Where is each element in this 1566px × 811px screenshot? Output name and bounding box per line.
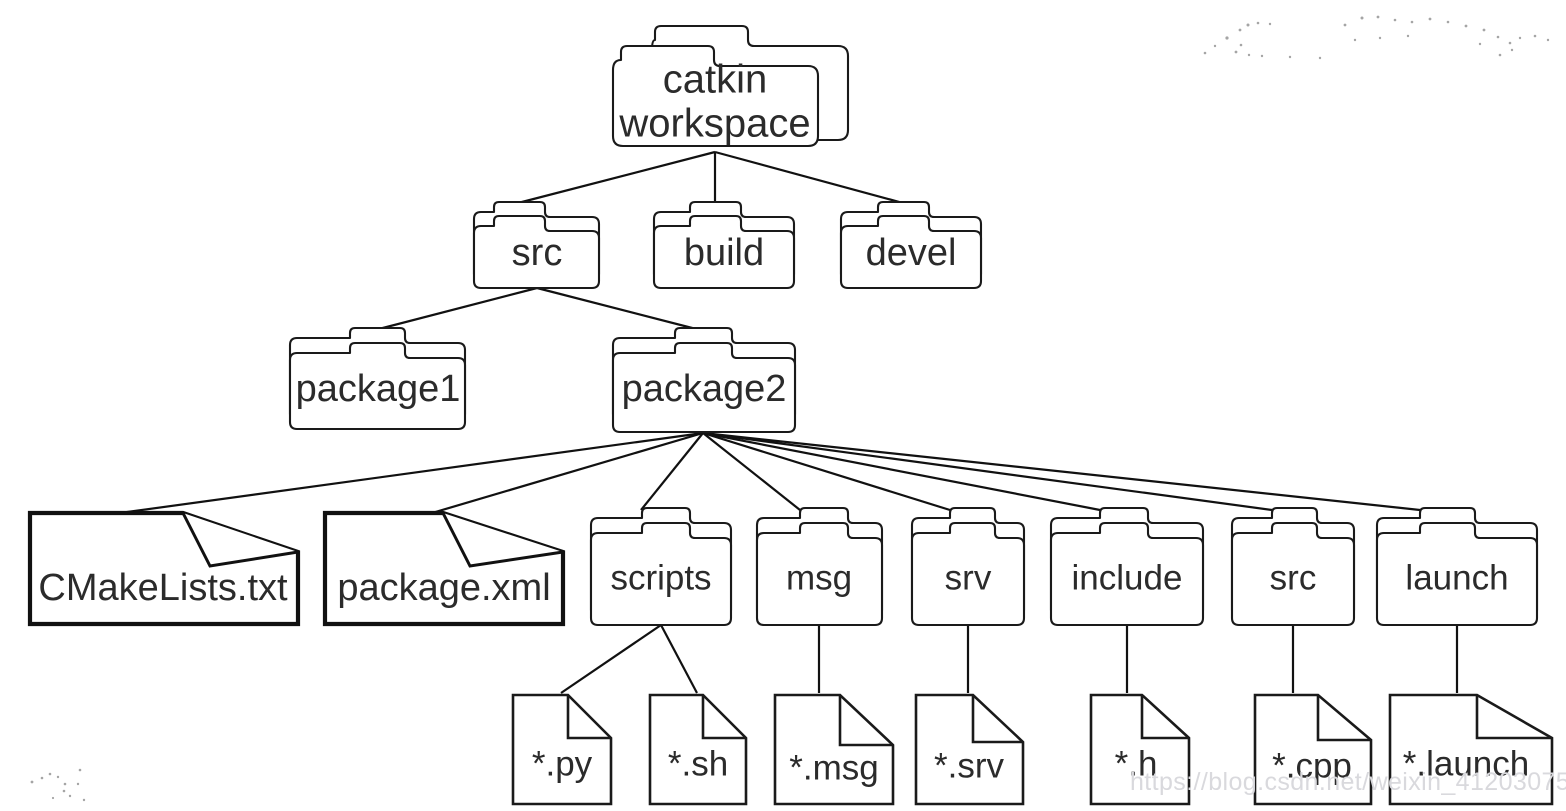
node-label-package-xml: package.xml [337, 567, 550, 609]
edge-scripts-py [560, 624, 662, 694]
node-cmakelists-txt[interactable]: CMakeLists.txt [27, 510, 301, 627]
node-srv[interactable]: srv [910, 506, 1026, 627]
node-package2[interactable]: package2 [611, 326, 797, 434]
node-msg[interactable]: msg [755, 506, 884, 627]
node-package-xml[interactable]: package.xml [322, 510, 566, 627]
node-label-sh-file: *.sh [668, 744, 728, 783]
edge-package2-cmakelists [119, 431, 704, 515]
node-label-include: include [1072, 558, 1183, 597]
edge-root-devel [714, 150, 904, 205]
edge-src-package2 [536, 286, 701, 332]
node-label-srv: srv [945, 558, 992, 597]
node-label-package1: package1 [296, 368, 461, 410]
node-label-launch: launch [1405, 558, 1508, 597]
directory-structure-diagram: catkin workspace src build devel package… [0, 0, 1566, 811]
node-label-src-workspace: src [512, 232, 563, 274]
node-msg-file[interactable]: *.msg [773, 693, 895, 806]
node-include[interactable]: include [1049, 506, 1205, 627]
node-launch[interactable]: launch [1375, 506, 1539, 627]
node-devel[interactable]: devel [839, 200, 983, 290]
node-label-scripts: scripts [610, 558, 711, 597]
edge-package2-launch [702, 431, 1421, 512]
node-catkin-workspace[interactable]: catkin workspace [611, 24, 850, 148]
node-scripts[interactable]: scripts [589, 506, 733, 627]
node-label-py-file: *.py [532, 744, 593, 783]
node-label-msg-file: *.msg [789, 748, 878, 787]
node-label-package2: package2 [622, 368, 787, 410]
edge-package2-srv [702, 431, 951, 512]
node-label-build: build [684, 232, 764, 274]
node-label-devel: devel [866, 232, 957, 274]
edge-src-package1 [374, 286, 538, 332]
node-label-msg: msg [786, 558, 852, 597]
node-label-cmakelists-txt: CMakeLists.txt [38, 567, 288, 609]
node-src-package[interactable]: src [1230, 506, 1356, 627]
node-label-catkin-workspace-line2: workspace [618, 102, 810, 146]
node-label-catkin-workspace-line1: catkin [663, 58, 768, 102]
node-package1[interactable]: package1 [288, 326, 467, 431]
node-src-workspace[interactable]: src [472, 200, 601, 290]
edge-package2-scripts [640, 432, 704, 511]
edge-package2-packagexml [431, 431, 704, 515]
edge-scripts-sh [660, 624, 698, 694]
node-sh-file[interactable]: *.sh [648, 693, 748, 806]
edge-package2-include [702, 431, 1101, 512]
node-label-srv-file: *.srv [934, 746, 1005, 785]
watermark-url: https://blog.csdn.net/weixin_41203075 [1130, 768, 1566, 796]
edge-package2-src2 [702, 431, 1273, 512]
node-label-src-package: src [1270, 558, 1317, 597]
node-py-file[interactable]: *.py [511, 693, 613, 806]
node-srv-file[interactable]: *.srv [914, 693, 1025, 806]
tree-canvas: catkin workspace src build devel package… [27, 15, 1566, 806]
node-build[interactable]: build [652, 200, 796, 290]
edge-root-src [517, 150, 716, 205]
